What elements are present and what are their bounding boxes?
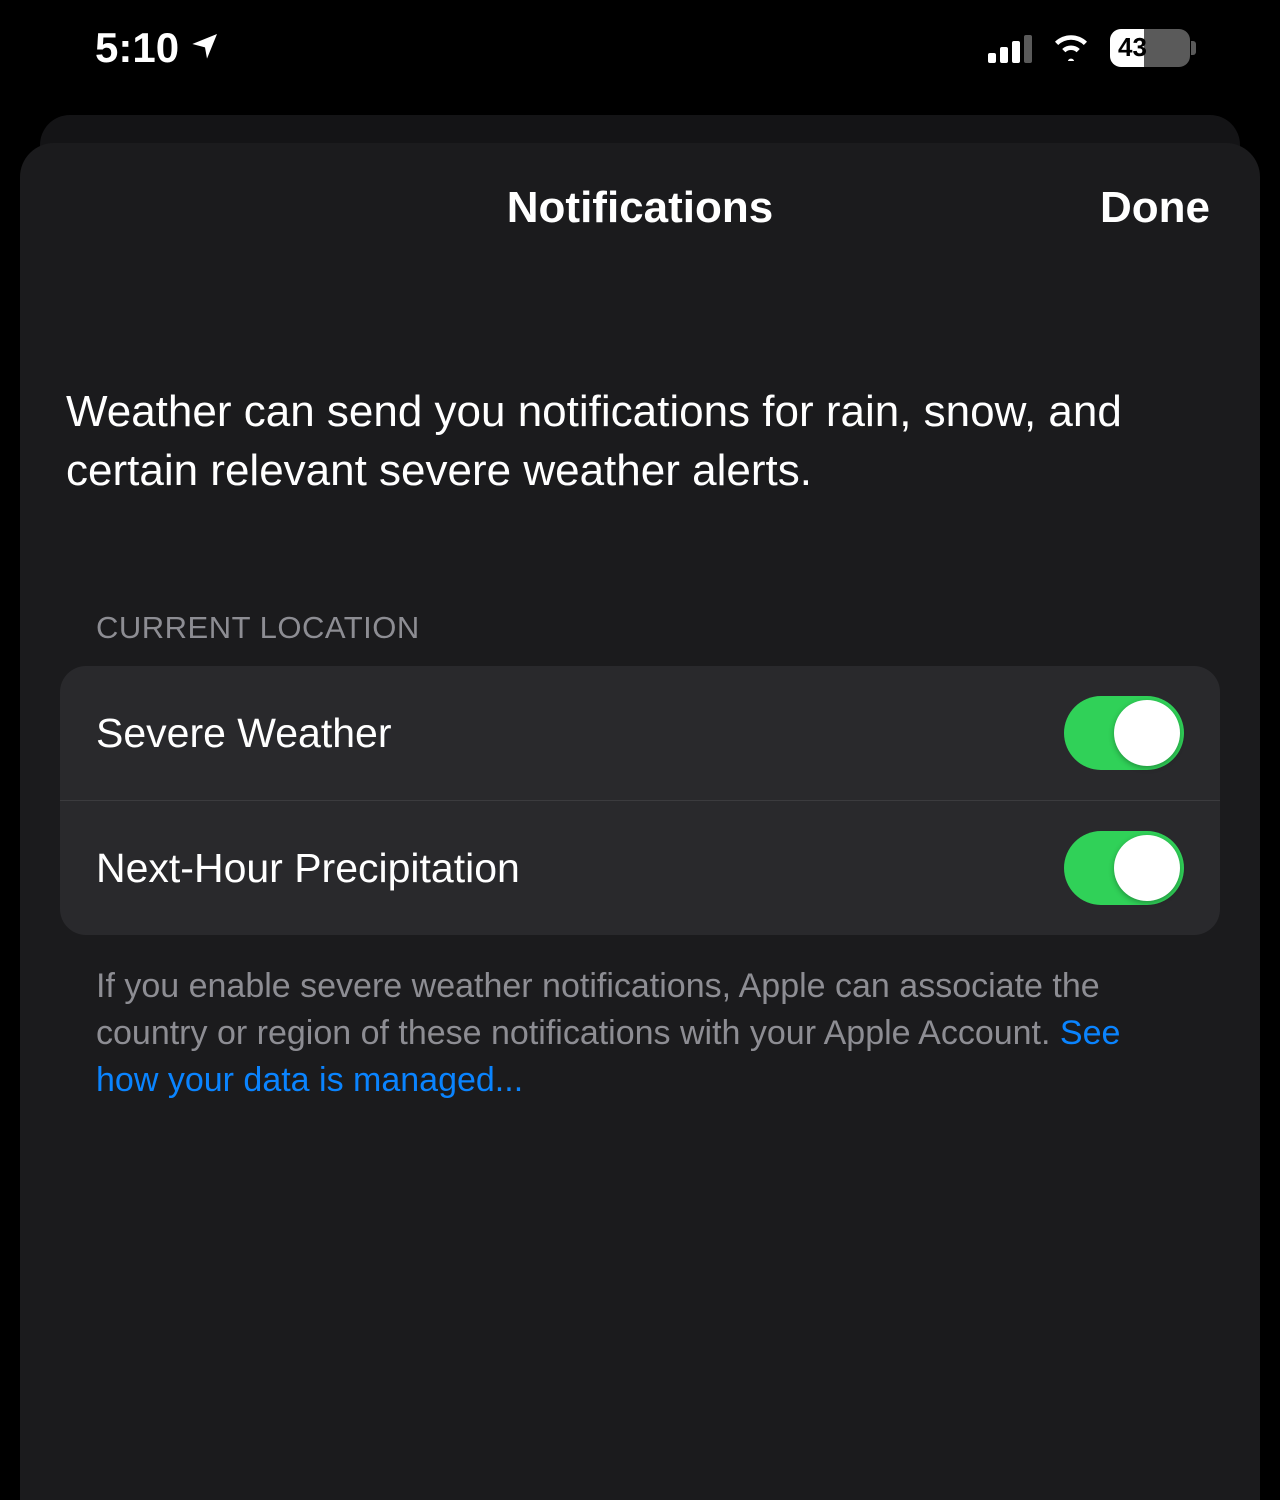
settings-list: Severe Weather Next-Hour Precipitation [60, 666, 1220, 935]
intro-text: Weather can send you notifications for r… [60, 273, 1220, 500]
row-label: Next-Hour Precipitation [96, 845, 520, 892]
status-bar: 5:10 43 [0, 0, 1280, 95]
toggle-knob [1114, 700, 1180, 766]
cellular-signal-icon [988, 33, 1032, 63]
battery-nub [1191, 41, 1196, 55]
section-header-current-location: CURRENT LOCATION [60, 500, 1220, 666]
row-next-hour-precipitation: Next-Hour Precipitation [60, 800, 1220, 935]
toggle-next-hour-precipitation[interactable] [1064, 831, 1184, 905]
row-label: Severe Weather [96, 710, 392, 757]
row-severe-weather: Severe Weather [60, 666, 1220, 800]
done-button[interactable]: Done [1100, 183, 1210, 233]
footer-body: If you enable severe weather notificatio… [96, 967, 1100, 1052]
toggle-severe-weather[interactable] [1064, 696, 1184, 770]
toggle-knob [1114, 835, 1180, 901]
battery-indicator: 43 [1110, 29, 1190, 67]
wifi-icon [1050, 29, 1092, 66]
status-time: 5:10 [95, 24, 179, 72]
status-left: 5:10 [95, 24, 221, 72]
settings-sheet: Notifications Done Weather can send you … [20, 143, 1260, 1500]
sheet-stack: Notifications Done Weather can send you … [0, 95, 1280, 1500]
footer-text: If you enable severe weather notificatio… [60, 935, 1220, 1104]
location-arrow-icon [189, 24, 221, 72]
page-title: Notifications [507, 183, 773, 233]
battery-percent: 43 [1110, 32, 1147, 63]
modal-header: Notifications Done [60, 143, 1220, 273]
status-right: 43 [988, 29, 1190, 67]
